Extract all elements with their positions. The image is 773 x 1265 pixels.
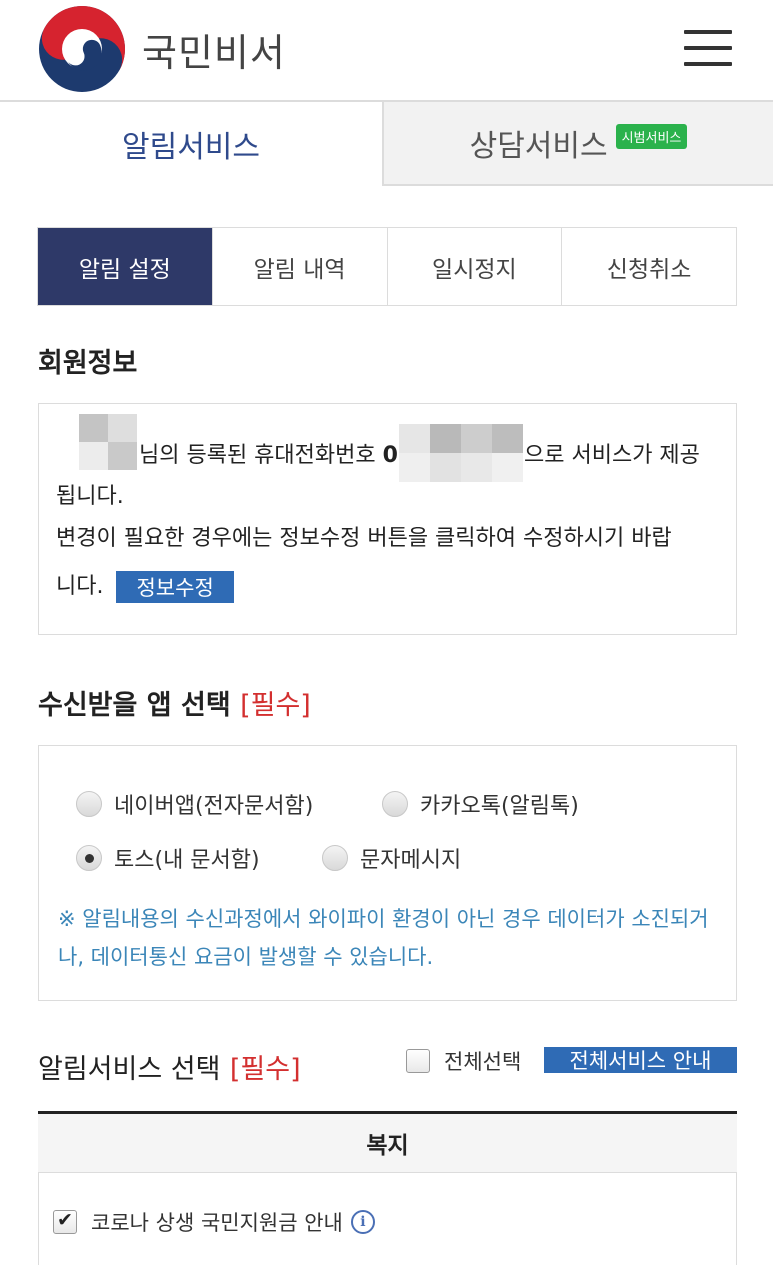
- service-list: 코로나 상생 국민지원금 안내 i: [38, 1173, 737, 1265]
- app-options-row-2b: 문자메시지: [322, 842, 461, 874]
- service-item-corona-support[interactable]: 코로나 상생 국민지원금 안내 i: [53, 1207, 375, 1237]
- member-info-line1-c: 으로 서비스가 제공: [524, 443, 700, 468]
- member-info-title: 회원정보: [38, 348, 138, 379]
- member-phone-prefix: 0: [382, 443, 398, 468]
- radio-naver-app[interactable]: [76, 791, 102, 817]
- option-sms-label: 문자메시지: [360, 848, 462, 873]
- sub-tabs: 알림 설정 알림 내역 일시정지 신청취소: [37, 227, 737, 306]
- korea-government-logo-icon[interactable]: [38, 5, 126, 93]
- subtab-pause[interactable]: 일시정지: [388, 228, 563, 305]
- app-header: 국민비서: [0, 0, 773, 100]
- option-toss[interactable]: 토스(내 문서함): [76, 842, 260, 874]
- radio-toss[interactable]: [76, 845, 102, 871]
- pilot-service-badge: 시범서비스: [615, 123, 688, 149]
- tab-alert-service-label: 알림서비스: [122, 130, 260, 165]
- info-icon[interactable]: i: [350, 1210, 375, 1234]
- brand-title: 국민비서: [142, 31, 286, 75]
- option-naver-app-label: 네이버앱(전자문서함): [114, 794, 314, 819]
- service-required-mark: [필수]: [229, 1054, 301, 1085]
- data-usage-notice: ※ 알림내용의 수신과정에서 와이파이 환경이 아닌 경우 데이터가 소진되거나…: [58, 907, 709, 969]
- option-toss-label: 토스(내 문서함): [114, 848, 260, 873]
- select-all-label: 전체선택: [444, 1050, 522, 1074]
- required-mark: [필수]: [240, 690, 311, 721]
- subtab-alert-settings[interactable]: 알림 설정: [38, 228, 213, 305]
- option-kakaotalk[interactable]: 카카오톡(알림톡): [382, 788, 579, 820]
- tab-consult-service[interactable]: 상담서비스 시범서비스: [384, 100, 773, 186]
- all-service-guide-button[interactable]: 전체서비스 안내: [544, 1047, 737, 1073]
- subtab-alert-history[interactable]: 알림 내역: [213, 228, 388, 305]
- option-sms[interactable]: 문자메시지: [322, 842, 461, 874]
- top-tabs: 알림서비스 상담서비스 시범서비스: [0, 100, 773, 186]
- tab-alert-service[interactable]: 알림서비스: [0, 100, 384, 186]
- select-all-box[interactable]: [406, 1049, 430, 1073]
- member-info-line2: 됩니다.: [56, 484, 124, 509]
- masked-phone-number: [399, 424, 523, 482]
- app-select-title-text: 수신받을 앱 선택: [38, 690, 231, 721]
- option-naver-app[interactable]: 네이버앱(전자문서함): [76, 788, 313, 820]
- member-info-line1: 님의 등록된 휴대전화번호 0: [139, 437, 398, 469]
- subtab-cancel[interactable]: 신청취소: [562, 228, 736, 305]
- service-select-title-text: 알림서비스 선택: [38, 1054, 221, 1085]
- member-info-line1-a: 님의 등록된 휴대전화번호: [139, 443, 376, 468]
- app-options-row-1: 네이버앱(전자문서함): [76, 788, 313, 820]
- service-item-label: 코로나 상생 국민지원금 안내: [91, 1211, 343, 1235]
- service-select-title: 알림서비스 선택 [필수]: [38, 1047, 301, 1086]
- app-options-row-2: 토스(내 문서함): [76, 842, 260, 874]
- category-header-welfare: 복지: [38, 1111, 737, 1173]
- tab-consult-service-label: 상담서비스: [469, 129, 608, 164]
- radio-kakaotalk[interactable]: [382, 791, 408, 817]
- edit-info-button[interactable]: 정보수정: [116, 571, 234, 603]
- app-options-row-1b: 카카오톡(알림톡): [382, 788, 579, 820]
- hamburger-menu-icon[interactable]: [684, 28, 732, 68]
- member-info-line3: 변경이 필요한 경우에는 정보수정 버튼을 클릭하여 수정하시기 바랍: [56, 526, 672, 551]
- option-kakaotalk-label: 카카오톡(알림톡): [420, 794, 579, 819]
- member-info-box: 님의 등록된 휴대전화번호 0 으로 서비스가 제공 됩니다. 변경이 필요한 …: [38, 403, 737, 635]
- radio-sms[interactable]: [322, 845, 348, 871]
- masked-name: [79, 414, 137, 470]
- member-info-line4: 니다. 정보수정: [56, 568, 234, 603]
- member-info-line4-text: 니다.: [56, 574, 104, 599]
- service-item-checkbox[interactable]: [53, 1209, 77, 1234]
- select-all-checkbox[interactable]: 전체선택: [406, 1046, 521, 1076]
- app-select-title: 수신받을 앱 선택 [필수]: [38, 683, 311, 722]
